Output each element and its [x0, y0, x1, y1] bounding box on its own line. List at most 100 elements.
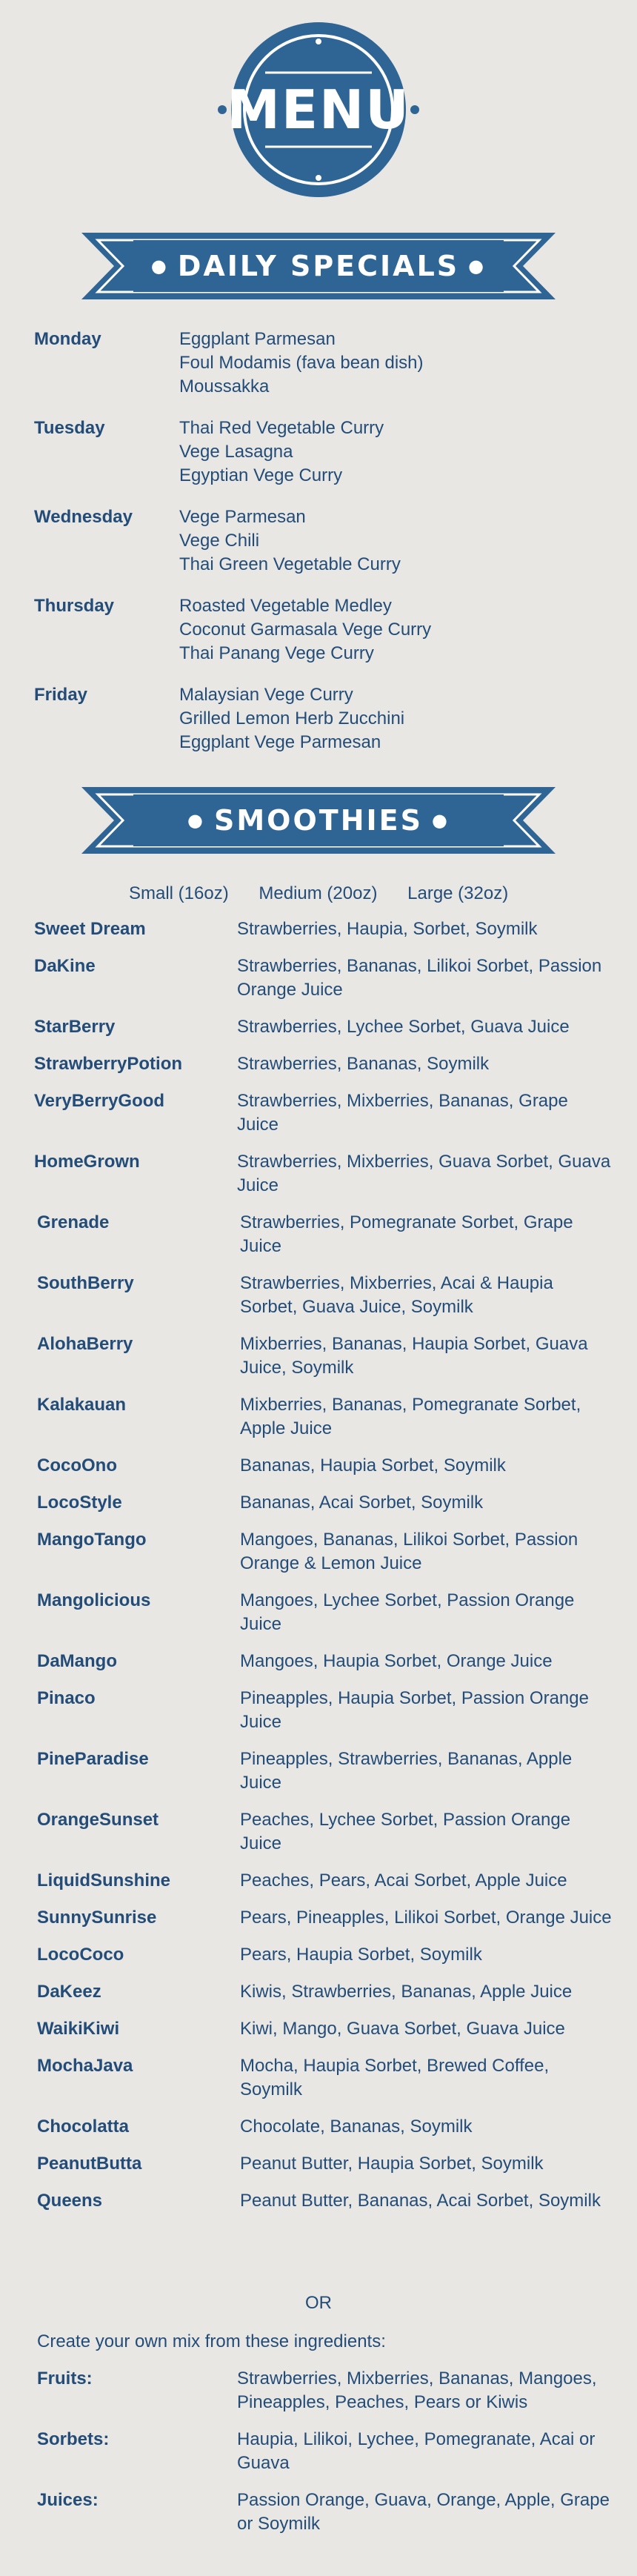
smoothie-row: OrangeSunset Peaches, Lychee Sorbet, Pass… — [34, 1808, 612, 1856]
ingredient-group-name: Fruits: — [37, 2368, 93, 2389]
dot-icon: ● — [187, 810, 205, 831]
create-your-own-heading: Create your own mix from these ingredien… — [37, 2331, 386, 2351]
smoothie-name: LocoStyle — [37, 1493, 122, 1513]
smoothie-ingredients: Strawberries, Pomegranate Sorbet, Grape … — [240, 1212, 573, 1256]
menu-logo-text: MENU — [227, 79, 410, 141]
day-name: Tuesday — [34, 418, 105, 438]
day-name: Monday — [34, 329, 101, 349]
smoothie-name: Sweet Dream — [34, 919, 146, 939]
smoothie-name: LiquidSunshine — [37, 1870, 170, 1890]
day-dishes: Eggplant Parmesan Foul Modamis (fava bea… — [179, 328, 423, 399]
smoothie-ingredients: Mangoes, Lychee Sorbet, Passion Orange J… — [240, 1590, 575, 1634]
ingredient-group-row: Fruits: Strawberries, Mixberries, Bananas… — [37, 2367, 612, 2414]
dish: Moussakka — [179, 376, 270, 396]
smoothie-row: HomeGrown Strawberries, Mixberries, Guava… — [34, 1150, 612, 1198]
smoothie-ingredients: Strawberries, Haupia, Sorbet, Soymilk — [237, 919, 538, 939]
dish: Roasted Vegetable Medley — [179, 596, 392, 616]
smoothie-row: PineParadise Pineapples, Strawberries, Ba… — [34, 1747, 612, 1795]
or-divider: OR — [305, 2293, 332, 2313]
smoothie-ingredients: Mixberries, Bananas, Haupia Sorbet, Guav… — [240, 1334, 588, 1378]
ingredient-group-row: Sorbets: Haupia, Lilikoi, Lychee, Pomegra… — [37, 2428, 612, 2475]
size-medium: Medium (20oz) — [259, 883, 378, 903]
size-options: Small (16oz) Medium (20oz) Large (32oz) — [129, 883, 533, 904]
ingredient-group-name: Sorbets: — [37, 2429, 110, 2449]
smoothie-ingredients: Mocha, Haupia Sorbet, Brewed Coffee, Soy… — [240, 2056, 550, 2099]
smoothie-row: Grenade Strawberries, Pomegranate Sorbet,… — [34, 1211, 612, 1258]
smoothie-row: MochaJava Mocha, Haupia Sorbet, Brewed Co… — [34, 2054, 612, 2102]
smoothie-row: LocoCoco Pears, Haupia Sorbet, Soymilk — [34, 1943, 612, 1967]
smoothie-row: SouthBerry Strawberries, Mixberries, Acai… — [34, 1272, 612, 1319]
daily-specials-title: DAILY SPECIALS — [177, 250, 460, 282]
smoothie-name: WaikiKiwi — [37, 2019, 120, 2039]
smoothie-row: Pinaco Pineapples, Haupia Sorbet, Passion… — [34, 1687, 612, 1734]
daily-specials-banner: ● DAILY SPECIALS ● — [81, 231, 556, 301]
ingredient-group-options: Strawberries, Mixberries, Bananas, Mango… — [237, 2368, 597, 2412]
day-dishes: Malaysian Vege Curry Grilled Lemon Herb … — [179, 683, 404, 754]
smoothie-name: HomeGrown — [34, 1152, 140, 1172]
size-small: Small (16oz) — [129, 883, 229, 903]
smoothie-name: Pinaco — [37, 1688, 96, 1708]
smoothie-row: WaikiKiwi Kiwi, Mango, Guava Sorbet, Guav… — [34, 2017, 612, 2041]
smoothie-ingredients: Chocolate, Bananas, Soymilk — [240, 2117, 473, 2137]
day-dishes: Vege Parmesan Vege Chili Thai Green Vege… — [179, 505, 401, 577]
smoothie-row: PeanutButta Peanut Butter, Haupia Sorbet,… — [34, 2152, 612, 2176]
smoothie-ingredients: Pineapples, Strawberries, Bananas, Apple… — [240, 1749, 573, 1793]
smoothie-name: DaKine — [34, 956, 96, 976]
smoothie-name: MangoTango — [37, 1530, 147, 1550]
smoothie-name: Grenade — [37, 1212, 110, 1232]
smoothie-ingredients: Strawberries, Mixberries, Guava Sorbet, … — [237, 1152, 611, 1195]
dish: Coconut Garmasala Vege Curry — [179, 620, 432, 640]
day-row: Friday Malaysian Vege Curry Grilled Lemo… — [34, 683, 597, 754]
dish: Egyptian Vege Curry — [179, 465, 343, 485]
day-dishes: Thai Red Vegetable Curry Vege Lasagna Eg… — [179, 416, 384, 488]
smoothie-row: MangoTango Mangoes, Bananas, Lilikoi Sorb… — [34, 1528, 612, 1576]
dish: Malaysian Vege Curry — [179, 685, 353, 705]
smoothie-row: Queens Peanut Butter, Bananas, Acai Sorbe… — [34, 2189, 612, 2213]
smoothie-name: PeanutButta — [37, 2154, 142, 2174]
dish: Eggplant Vege Parmesan — [179, 732, 381, 752]
smoothies-list: Sweet Dream Strawberries, Haupia, Sorbet,… — [34, 917, 612, 2226]
smoothie-row: Kalakauan Mixberries, Bananas, Pomegranat… — [34, 1393, 612, 1441]
smoothie-ingredients: Bananas, Haupia Sorbet, Soymilk — [240, 1455, 506, 1475]
smoothie-row: DaMango Mangoes, Haupia Sorbet, Orange Ju… — [34, 1650, 612, 1673]
dish: Foul Modamis (fava bean dish) — [179, 353, 424, 373]
smoothie-ingredients: Mangoes, Haupia Sorbet, Orange Juice — [240, 1651, 553, 1671]
smoothie-name: PineParadise — [37, 1749, 149, 1769]
smoothie-ingredients: Pears, Haupia Sorbet, Soymilk — [240, 1945, 482, 1965]
smoothie-row: Mangolicious Mangoes, Lychee Sorbet, Pass… — [34, 1589, 612, 1636]
smoothie-row: StrawberryPotion Strawberries, Bananas, S… — [34, 1052, 612, 1076]
size-large: Large (32oz) — [407, 883, 509, 903]
dish: Vege Lasagna — [179, 442, 293, 462]
ingredient-group-options: Haupia, Lilikoi, Lychee, Pomegranate, Ac… — [237, 2429, 596, 2473]
day-row: Thursday Roasted Vegetable Medley Coconu… — [34, 594, 597, 665]
smoothie-row: Chocolatta Chocolate, Bananas, Soymilk — [34, 2115, 612, 2139]
smoothie-ingredients: Kiwi, Mango, Guava Sorbet, Guava Juice — [240, 2019, 565, 2039]
smoothie-row: Sweet Dream Strawberries, Haupia, Sorbet,… — [34, 917, 612, 941]
smoothie-name: OrangeSunset — [37, 1810, 159, 1830]
smoothie-ingredients: Mangoes, Bananas, Lilikoi Sorbet, Passio… — [240, 1530, 578, 1573]
smoothie-name: CocoOno — [37, 1455, 117, 1475]
smoothie-ingredients: Strawberries, Bananas, Lilikoi Sorbet, P… — [237, 956, 602, 1000]
dish: Eggplant Parmesan — [179, 329, 336, 349]
dish: Vege Parmesan — [179, 507, 306, 527]
smoothie-row: DaKine Strawberries, Bananas, Lilikoi Sor… — [34, 955, 612, 1002]
smoothie-name: AlohaBerry — [37, 1334, 133, 1354]
smoothies-title: SMOOTHIES — [214, 804, 423, 837]
smoothie-name: Mangolicious — [37, 1590, 151, 1610]
dish: Grilled Lemon Herb Zucchini — [179, 708, 405, 728]
day-name: Thursday — [34, 596, 115, 616]
dot-icon: ● — [468, 256, 487, 276]
smoothie-ingredients: Kiwis, Strawberries, Bananas, Apple Juic… — [240, 1982, 573, 2002]
smoothie-name: SouthBerry — [37, 1273, 134, 1293]
dot-icon: ● — [150, 256, 169, 276]
smoothie-row: AlohaBerry Mixberries, Bananas, Haupia So… — [34, 1332, 612, 1380]
smoothie-name: Kalakauan — [37, 1395, 127, 1415]
smoothie-name: SunnySunrise — [37, 1908, 157, 1928]
smoothie-row: SunnySunrise Pears, Pineapples, Lilikoi S… — [34, 1906, 612, 1930]
custom-ingredients-list: Fruits: Strawberries, Mixberries, Bananas… — [37, 2367, 612, 2549]
smoothie-ingredients: Pineapples, Haupia Sorbet, Passion Orang… — [240, 1688, 589, 1732]
daily-specials-list: Monday Eggplant Parmesan Foul Modamis (f… — [34, 328, 597, 772]
smoothie-row: LiquidSunshine Peaches, Pears, Acai Sorbe… — [34, 1869, 612, 1893]
smoothie-ingredients: Mixberries, Bananas, Pomegranate Sorbet,… — [240, 1395, 581, 1438]
day-row: Tuesday Thai Red Vegetable Curry Vege La… — [34, 416, 597, 488]
